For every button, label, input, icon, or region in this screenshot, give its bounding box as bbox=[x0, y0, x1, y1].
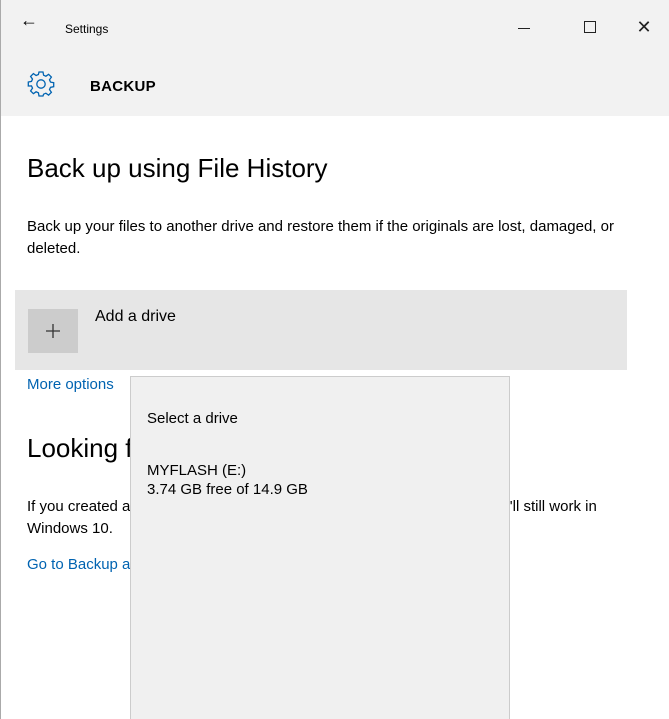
arrow-left-icon: ← bbox=[20, 9, 38, 30]
add-drive-row[interactable] bbox=[15, 290, 627, 370]
section-title-file-history: Back up using File History bbox=[27, 153, 328, 183]
window-title: Settings bbox=[65, 22, 109, 36]
close-button[interactable]: ✕ bbox=[629, 14, 659, 40]
drive-free-space: 3.74 GB free of 14.9 GB bbox=[147, 481, 308, 498]
minimize-button[interactable] bbox=[509, 14, 539, 40]
minimize-icon bbox=[518, 27, 530, 29]
plus-icon bbox=[46, 324, 60, 338]
select-drive-flyout: Select a drive MYFLASH (E:) 3.74 GB free… bbox=[130, 376, 510, 719]
maximize-button[interactable] bbox=[575, 14, 605, 40]
add-drive-label[interactable]: Add a drive bbox=[95, 308, 176, 326]
file-history-description: Back up your files to another drive and … bbox=[27, 218, 614, 257]
more-options-link[interactable]: More options bbox=[27, 376, 114, 393]
close-icon: ✕ bbox=[636, 16, 652, 37]
drive-name: MYFLASH (E:) bbox=[147, 462, 247, 479]
maximize-icon bbox=[584, 21, 596, 33]
settings-window: ← Settings ✕ BACKUP Back up using File H… bbox=[0, 0, 669, 719]
back-button[interactable]: ← bbox=[15, 6, 43, 34]
page-title: BACKUP bbox=[90, 78, 156, 95]
drive-item[interactable]: MYFLASH (E:) 3.74 GB free of 14.9 GB bbox=[131, 455, 509, 515]
flyout-title: Select a drive bbox=[147, 410, 238, 427]
add-drive-button[interactable] bbox=[28, 309, 78, 353]
title-bar: ← Settings ✕ bbox=[1, 0, 669, 62]
gear-icon bbox=[27, 71, 55, 97]
